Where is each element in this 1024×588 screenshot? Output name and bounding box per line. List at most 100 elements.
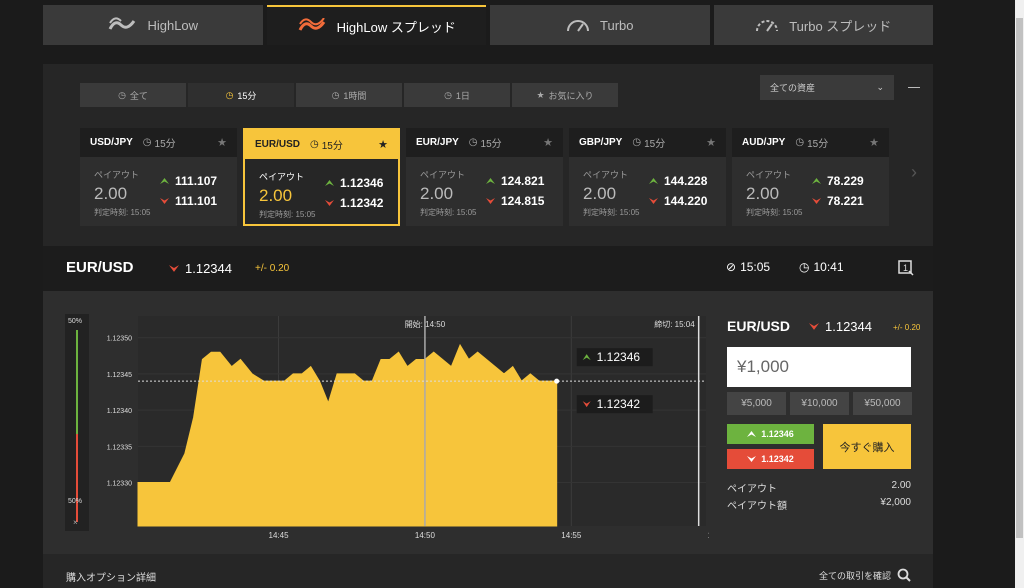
card-low-value: 111.101: [175, 194, 218, 208]
up-arrow-icon: [812, 178, 821, 184]
tab-turbo[interactable]: Turbo: [490, 5, 710, 45]
card-payout-label: ペイアウト: [420, 170, 466, 180]
view-all-trades-link[interactable]: 全ての取引を確認: [819, 568, 911, 582]
preset-10000-button[interactable]: ¥10,000: [790, 392, 849, 415]
card-duration-value: 15分: [321, 141, 343, 152]
card-high-rate: 124.821: [486, 174, 544, 188]
y-tick-label: 1.12335: [107, 444, 132, 451]
trader-sentiment: 50% 50% ×: [65, 314, 89, 531]
y-tick-label: 1.12345: [107, 372, 132, 379]
card-low-rate: 111.101: [160, 194, 217, 208]
minimize-icon[interactable]: [908, 87, 920, 88]
down-arrow-icon: [160, 198, 169, 204]
start-label: 開始: 14:50: [405, 319, 446, 329]
chevron-right-icon[interactable]: ›: [911, 162, 917, 183]
clock-icon: ◷: [118, 89, 126, 100]
highlow-icon: [109, 17, 136, 30]
close-icon[interactable]: ×: [73, 518, 78, 527]
star-icon[interactable]: ★: [378, 138, 388, 151]
card-high-rate: 78.229: [812, 174, 864, 188]
asset-card-usdjpy[interactable]: USD/JPY ◷ 15分 ★ ペイアウト 2.00 判定時刻: 15:05 111.…: [80, 128, 237, 226]
trade-change: +/- 0.20: [893, 323, 921, 332]
card-duration: ◷ 15分: [469, 135, 502, 150]
card-header: EUR/USD ◷ 15分 ★: [245, 130, 398, 159]
trade-rate-value: 1.12344: [825, 319, 872, 334]
investment-amount-input[interactable]: ¥1,000: [727, 347, 911, 387]
speedometer-dashed-icon: [756, 20, 779, 32]
card-duration: ◷ 15分: [795, 135, 828, 150]
preset-5000-button[interactable]: ¥5,000: [727, 392, 786, 415]
asset-card-gbpjpy[interactable]: GBP/JPY ◷ 15分 ★ ペイアウト 2.00 判定時刻: 15:05 144.…: [569, 128, 726, 226]
filter-favorites-label: お気に入り: [548, 90, 594, 101]
clock-icon: ◷: [468, 137, 478, 148]
card-duration-value: 15分: [154, 139, 176, 150]
card-payout-label: ペイアウト: [583, 170, 629, 180]
down-arrow-icon: [486, 198, 495, 204]
payout-amount-label: ペイアウト額: [727, 501, 787, 512]
tab-turbo-spread[interactable]: Turbo スプレッド: [713, 5, 933, 45]
asset-card-eurjpy[interactable]: EUR/JPY ◷ 15分 ★ ペイアウト 2.00 判定時刻: 15:05 124.…: [406, 128, 563, 226]
filter-all[interactable]: ◷ 全て: [80, 83, 186, 107]
preset-50000-button[interactable]: ¥50,000: [853, 392, 912, 415]
sentiment-low-bar: [76, 434, 78, 522]
card-low-value: 1.12342: [340, 196, 384, 210]
asset-card-audjpy[interactable]: AUD/JPY ◷ 15分 ★ ペイアウト 2.00 判定時刻: 15:05 78.2…: [732, 128, 889, 226]
trade-rate: 1.12344: [809, 319, 872, 334]
tab-highlow-spread-label: HighLow スプレッド: [336, 19, 456, 35]
selected-asset-bar: EUR/USD 1.12344 +/- 0.20 ⊘ 15:05 ◷ 10:41 1: [43, 246, 933, 291]
low-quote-tag: 1.12342: [576, 395, 653, 414]
up-arrow-icon: [325, 180, 334, 186]
deadline-label: 締切: 15:04: [654, 319, 695, 329]
tab-turbo-label: Turbo: [600, 17, 634, 33]
card-duration: ◷ 15分: [143, 135, 176, 150]
card-symbol: USD/JPY: [90, 137, 133, 148]
filter-1day[interactable]: ◷ 1日: [404, 83, 510, 107]
up-arrow-icon: [747, 431, 757, 437]
filter-1hour[interactable]: ◷ 1時間: [296, 83, 402, 107]
card-symbol: GBP/JPY: [579, 137, 623, 148]
high-quote-tag: 1.12346: [576, 348, 653, 367]
card-header: AUD/JPY ◷ 15分 ★: [732, 128, 889, 157]
card-payout: 2.00: [94, 184, 128, 203]
card-duration: ◷ 15分: [632, 135, 665, 150]
card-duration-value: 15分: [807, 139, 829, 150]
asset-card-eurusd[interactable]: EUR/USD ◷ 15分 ★ ペイアウト 2.00 判定時刻: 15:05 1.12…: [243, 128, 400, 226]
page-scrollbar[interactable]: [1015, 0, 1024, 588]
up-arrow-icon: [486, 178, 495, 184]
up-arrow-icon: [649, 178, 658, 184]
single-chart-view-icon[interactable]: 1: [898, 260, 914, 276]
tab-highlow[interactable]: HighLow: [43, 5, 263, 45]
card-high-value: 111.107: [175, 174, 218, 188]
card-high-rate: 111.107: [160, 174, 217, 188]
clock-icon: ◷: [225, 89, 234, 100]
clock-icon: ◷: [795, 137, 805, 148]
payout-row: ペイアウト 2.00: [727, 480, 911, 495]
tab-highlow-spread[interactable]: HighLow スプレッド: [266, 5, 486, 45]
filter-favorites[interactable]: ★ お気に入り: [512, 83, 618, 107]
low-button[interactable]: 1.12342: [727, 449, 814, 469]
high-button[interactable]: 1.12346: [727, 424, 814, 444]
close-time-value: 15:05: [740, 260, 771, 274]
asset-select[interactable]: 全ての資産 ⌄: [760, 75, 894, 100]
product-tabs: HighLow HighLow スプレッド Turbo Turbo スプレッド: [43, 5, 933, 45]
star-icon[interactable]: ★: [543, 136, 553, 149]
asset-cards: USD/JPY ◷ 15分 ★ ペイアウト 2.00 判定時刻: 15:05 111.…: [80, 128, 889, 226]
price-chart: 開始: 14:50 締切: 15:04 1.12350 1.12345 1.1234…: [107, 316, 709, 540]
scrollbar-thumb[interactable]: [1016, 18, 1023, 538]
x-tick-label: 14:55: [561, 531, 582, 540]
remaining-time-value: 10:41: [813, 260, 844, 274]
card-header: EUR/JPY ◷ 15分 ★: [406, 128, 563, 157]
payout-label: ペイアウト: [727, 484, 777, 495]
high-button-label: 1.12346: [761, 429, 794, 439]
filter-15min[interactable]: ◷ 15分: [188, 83, 294, 107]
card-decision-time: 判定時刻: 15:05: [583, 208, 640, 217]
selected-rate-value: 1.12344: [185, 261, 232, 276]
up-arrow-icon: [160, 178, 169, 184]
card-symbol: AUD/JPY: [742, 137, 786, 148]
down-arrow-icon: [812, 198, 821, 204]
star-icon[interactable]: ★: [217, 136, 227, 149]
star-icon[interactable]: ★: [706, 136, 716, 149]
buy-now-button[interactable]: 今すぐ購入: [823, 424, 911, 469]
star-icon[interactable]: ★: [869, 136, 879, 149]
card-high-value: 1.12346: [340, 176, 384, 190]
